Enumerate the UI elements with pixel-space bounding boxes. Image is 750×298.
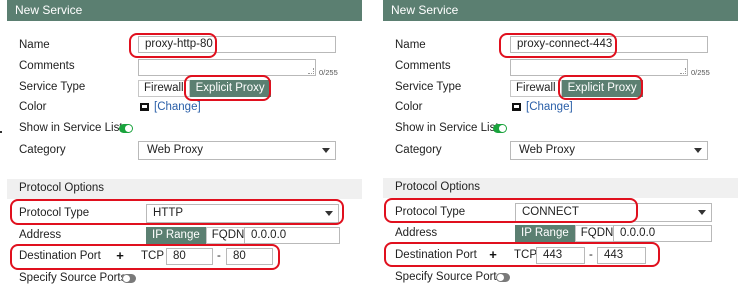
chevron-down-icon bbox=[694, 148, 702, 153]
protocol-options-header: Protocol Options bbox=[7, 179, 362, 199]
service-type-label: Service Type bbox=[395, 81, 462, 93]
protocol-type-row: Protocol Type HTTP bbox=[7, 204, 362, 224]
dest-port-high-input[interactable]: 443 bbox=[597, 247, 646, 264]
service-type-firewall[interactable]: Firewall bbox=[138, 80, 190, 97]
chevron-down-icon bbox=[698, 210, 706, 215]
specify-source-toggle[interactable] bbox=[496, 273, 510, 282]
specify-source-row: Specify Source Ports bbox=[7, 269, 362, 289]
service-type-row: Service Type Firewall Explicit Proxy bbox=[383, 78, 738, 98]
port-range-dash: - bbox=[217, 250, 221, 262]
comments-row: Comments 0/255 bbox=[383, 57, 738, 77]
name-row: Name proxy-connect-443 bbox=[383, 36, 738, 56]
protocol-type-label: Protocol Type bbox=[19, 207, 90, 219]
color-change-link[interactable]: [Change] bbox=[526, 101, 573, 113]
address-input[interactable]: 0.0.0.0 bbox=[244, 227, 340, 244]
category-row: Category Web Proxy bbox=[383, 141, 738, 161]
plus-icon[interactable]: + bbox=[487, 248, 499, 262]
name-input[interactable]: proxy-connect-443 bbox=[510, 36, 708, 53]
comments-counter: 0/255 bbox=[691, 68, 710, 77]
color-swatch-icon bbox=[512, 103, 521, 113]
color-row: Color [Change] bbox=[7, 98, 362, 118]
show-in-list-row: Show in Service List bbox=[7, 119, 362, 139]
stray-dot bbox=[0, 131, 2, 133]
category-row: Category Web Proxy bbox=[7, 141, 362, 161]
service-type-toggle: Firewall Explicit Proxy bbox=[138, 80, 271, 97]
color-label: Color bbox=[395, 101, 423, 113]
service-type-toggle: Firewall Explicit Proxy bbox=[510, 80, 643, 97]
protocol-type-select[interactable]: HTTP bbox=[146, 204, 339, 223]
category-select[interactable]: Web Proxy bbox=[138, 141, 336, 160]
new-service-panel-left: New Service Name proxy-http-80 Comments … bbox=[7, 0, 362, 298]
address-type-toggle: IP Range FQDN bbox=[146, 227, 251, 244]
service-type-explicit-proxy[interactable]: Explicit Proxy bbox=[189, 80, 271, 97]
address-type-ip-range[interactable]: IP Range bbox=[515, 225, 575, 242]
show-in-list-label: Show in Service List bbox=[395, 122, 499, 134]
chevron-down-icon bbox=[325, 211, 333, 216]
color-change-link[interactable]: [Change] bbox=[154, 101, 201, 113]
dest-port-row: Destination Port + TCP 443 - 443 bbox=[383, 246, 738, 266]
protocol-type-label: Protocol Type bbox=[395, 206, 466, 218]
dest-port-low-input[interactable]: 80 bbox=[166, 248, 213, 265]
address-row: Address IP Range FQDN 0.0.0.0 bbox=[383, 224, 738, 244]
panel-title: New Service bbox=[383, 0, 738, 21]
color-swatch-icon bbox=[140, 103, 149, 113]
new-service-panel-right: New Service Name proxy-connect-443 Comme… bbox=[383, 0, 738, 298]
tcp-label: TCP bbox=[141, 250, 164, 262]
service-type-label: Service Type bbox=[19, 81, 86, 93]
address-type-toggle: IP Range FQDN bbox=[515, 225, 620, 242]
comments-row: Comments 0/255 bbox=[7, 57, 362, 77]
color-label: Color bbox=[19, 101, 47, 113]
show-in-list-label: Show in Service List bbox=[19, 122, 123, 134]
dest-port-high-input[interactable]: 80 bbox=[226, 248, 273, 265]
address-label: Address bbox=[395, 227, 438, 239]
specify-source-label: Specify Source Ports bbox=[19, 272, 127, 284]
dest-port-low-input[interactable]: 443 bbox=[536, 247, 585, 264]
dest-port-label: Destination Port bbox=[395, 249, 477, 261]
chevron-down-icon bbox=[322, 148, 330, 153]
category-label: Category bbox=[19, 144, 66, 156]
comments-counter: 0/255 bbox=[319, 68, 338, 77]
comments-label: Comments bbox=[19, 60, 75, 72]
category-label: Category bbox=[395, 144, 442, 156]
name-label: Name bbox=[395, 39, 426, 51]
plus-icon[interactable]: + bbox=[114, 249, 126, 263]
category-value: Web Proxy bbox=[147, 144, 204, 156]
specify-source-label: Specify Source Ports bbox=[395, 271, 503, 283]
protocol-options-title: Protocol Options bbox=[395, 181, 481, 193]
name-label: Name bbox=[19, 39, 50, 51]
category-select[interactable]: Web Proxy bbox=[510, 141, 708, 160]
protocol-options-title: Protocol Options bbox=[19, 182, 105, 194]
address-input[interactable]: 0.0.0.0 bbox=[613, 225, 712, 242]
protocol-options-header: Protocol Options bbox=[383, 178, 738, 198]
resize-grip-icon[interactable] bbox=[680, 68, 686, 74]
service-type-firewall[interactable]: Firewall bbox=[510, 80, 562, 97]
name-input[interactable]: proxy-http-80 bbox=[138, 36, 336, 53]
tcp-label: TCP bbox=[514, 249, 537, 261]
comments-textarea[interactable] bbox=[510, 59, 688, 76]
dest-port-label: Destination Port bbox=[19, 250, 101, 262]
color-row: Color [Change] bbox=[383, 98, 738, 118]
service-type-explicit-proxy[interactable]: Explicit Proxy bbox=[561, 80, 643, 97]
category-value: Web Proxy bbox=[519, 144, 576, 156]
protocol-type-value: HTTP bbox=[153, 207, 184, 219]
show-in-list-toggle[interactable] bbox=[493, 124, 507, 133]
port-range-dash: - bbox=[589, 249, 593, 261]
show-in-list-toggle[interactable] bbox=[119, 124, 133, 133]
specify-source-row: Specify Source Ports bbox=[383, 268, 738, 288]
comments-textarea[interactable] bbox=[138, 59, 316, 76]
name-row: Name proxy-http-80 bbox=[7, 36, 362, 56]
protocol-type-select[interactable]: CONNECT bbox=[515, 203, 712, 222]
address-row: Address IP Range FQDN 0.0.0.0 bbox=[7, 226, 362, 246]
service-type-row: Service Type Firewall Explicit Proxy bbox=[7, 78, 362, 98]
address-label: Address bbox=[19, 229, 62, 241]
protocol-type-row: Protocol Type CONNECT bbox=[383, 203, 738, 223]
resize-grip-icon[interactable] bbox=[308, 68, 314, 74]
show-in-list-row: Show in Service List bbox=[383, 119, 738, 139]
dest-port-row: Destination Port + TCP 80 - 80 bbox=[7, 247, 362, 267]
comments-label: Comments bbox=[395, 60, 451, 72]
panel-title: New Service bbox=[7, 0, 362, 21]
specify-source-toggle[interactable] bbox=[122, 274, 136, 283]
protocol-type-value: CONNECT bbox=[522, 206, 579, 218]
address-type-ip-range[interactable]: IP Range bbox=[146, 227, 206, 244]
